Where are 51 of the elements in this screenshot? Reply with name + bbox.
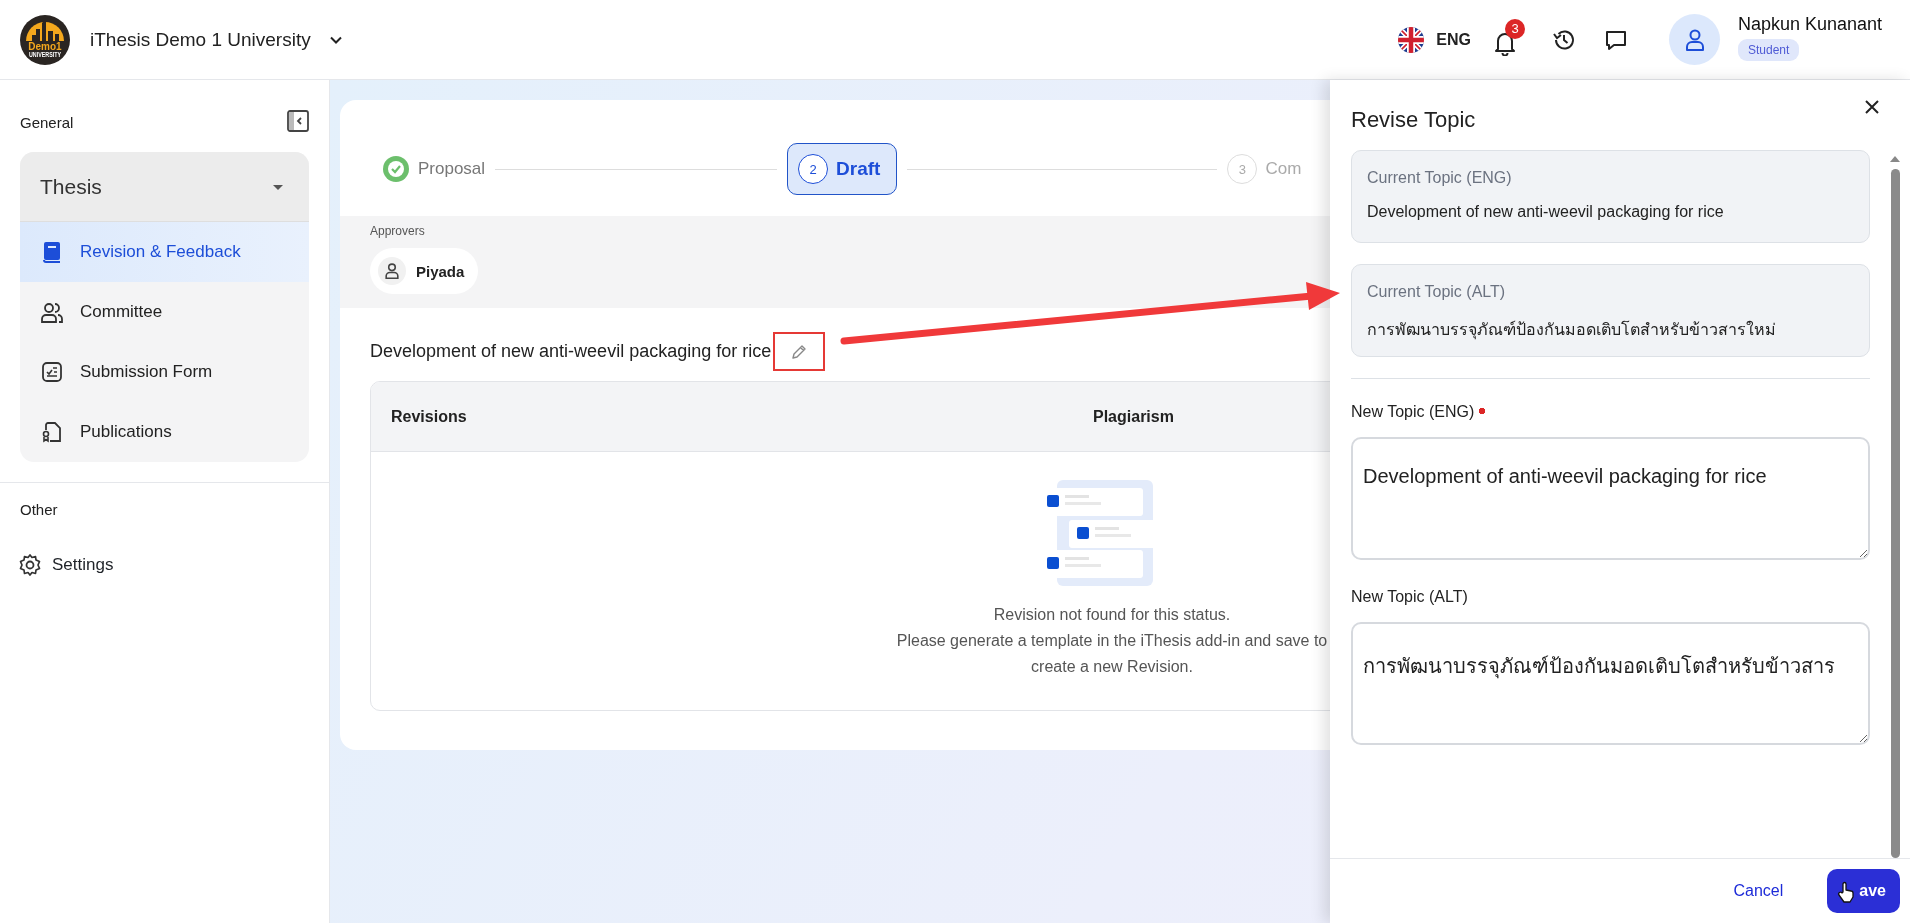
approvers-label: Approvers — [370, 224, 426, 238]
notification-count: 3 — [1505, 18, 1525, 39]
collapse-sidebar-button[interactable] — [287, 109, 309, 135]
step[interactable]: 2 Draft — [787, 143, 898, 195]
organization-switcher[interactable]: iThesis Demo 1 University — [90, 28, 343, 51]
checklist-icon — [40, 360, 64, 384]
notifications-button[interactable]: 3 — [1493, 16, 1525, 63]
scroll-up-icon — [1889, 155, 1901, 163]
scrollbar-thumb[interactable] — [1890, 169, 1900, 858]
sidebar-collapse-icon — [287, 109, 309, 132]
certificate-document-icon — [40, 420, 64, 444]
language-selector[interactable]: ENG — [1398, 19, 1471, 60]
hand-cursor-icon — [1837, 881, 1856, 903]
field-label: New Topic (ALT) — [1351, 588, 1469, 607]
field-value: การพัฒนาบรรจุภัณฑ์ป้องกันมอดเติบโตสำหรับข้าวสารใหม่ — [1367, 319, 1777, 342]
field-label: Current Topic (ENG) — [1367, 169, 1513, 187]
column-header: Revisions — [391, 407, 468, 426]
nav-item[interactable]: Publications — [20, 402, 309, 462]
menu-group-header[interactable]: Thesis — [20, 152, 309, 222]
nav-item[interactable]: Settings — [0, 535, 132, 595]
save-button[interactable]: ave — [1827, 869, 1900, 913]
close-icon — [1864, 99, 1880, 115]
person-icon — [384, 262, 400, 280]
step[interactable]: Proposal — [382, 155, 486, 183]
thesis-topic: Development of new anti-weevil packaging for rice — [370, 341, 772, 362]
topic-input[interactable]: การพัฒนาบรรจุภัณฑ์ป้องกันมอดเติบโตสำหรับข้าวสาร — [1351, 622, 1870, 745]
nav-item[interactable]: Committee — [20, 282, 309, 342]
step-number: 2 — [798, 154, 829, 184]
field-label: New Topic (ENG) — [1351, 403, 1874, 427]
approver-chip: Piyada — [370, 248, 479, 294]
field-value: Development of new anti-weevil packaging for rice — [1367, 203, 1725, 221]
nav-item[interactable]: Submission Form — [20, 342, 309, 402]
panel-title: Revise Topic — [1351, 107, 1476, 133]
section-label: Other — [20, 500, 58, 518]
user-avatar[interactable] — [1669, 14, 1720, 65]
nav-item[interactable]: Revision & Feedback — [20, 222, 309, 282]
gear-icon — [18, 553, 42, 577]
field-label: Current Topic (ALT) — [1367, 283, 1507, 301]
user-name: Napkun Kunanant — [1738, 14, 1883, 35]
edit-button[interactable] — [773, 332, 826, 371]
people-icon — [40, 300, 64, 324]
section-label: General — [20, 113, 74, 131]
cancel-button[interactable]: Cancel — [1733, 882, 1784, 900]
column-header: Plagiarism — [1093, 407, 1174, 426]
role-badge: Student — [1738, 39, 1800, 61]
scrollbar[interactable] — [1888, 155, 1902, 858]
uk-flag-icon — [1398, 26, 1425, 53]
topic-input[interactable]: Development of anti-weevil packaging for rice — [1351, 437, 1870, 560]
empty-state-message: Revision not found for this status. Please generate a template in the iThesis add-in and save to create a new Revision. — [896, 605, 1328, 677]
person-icon — [1683, 27, 1706, 52]
check-circle-icon — [382, 155, 410, 183]
